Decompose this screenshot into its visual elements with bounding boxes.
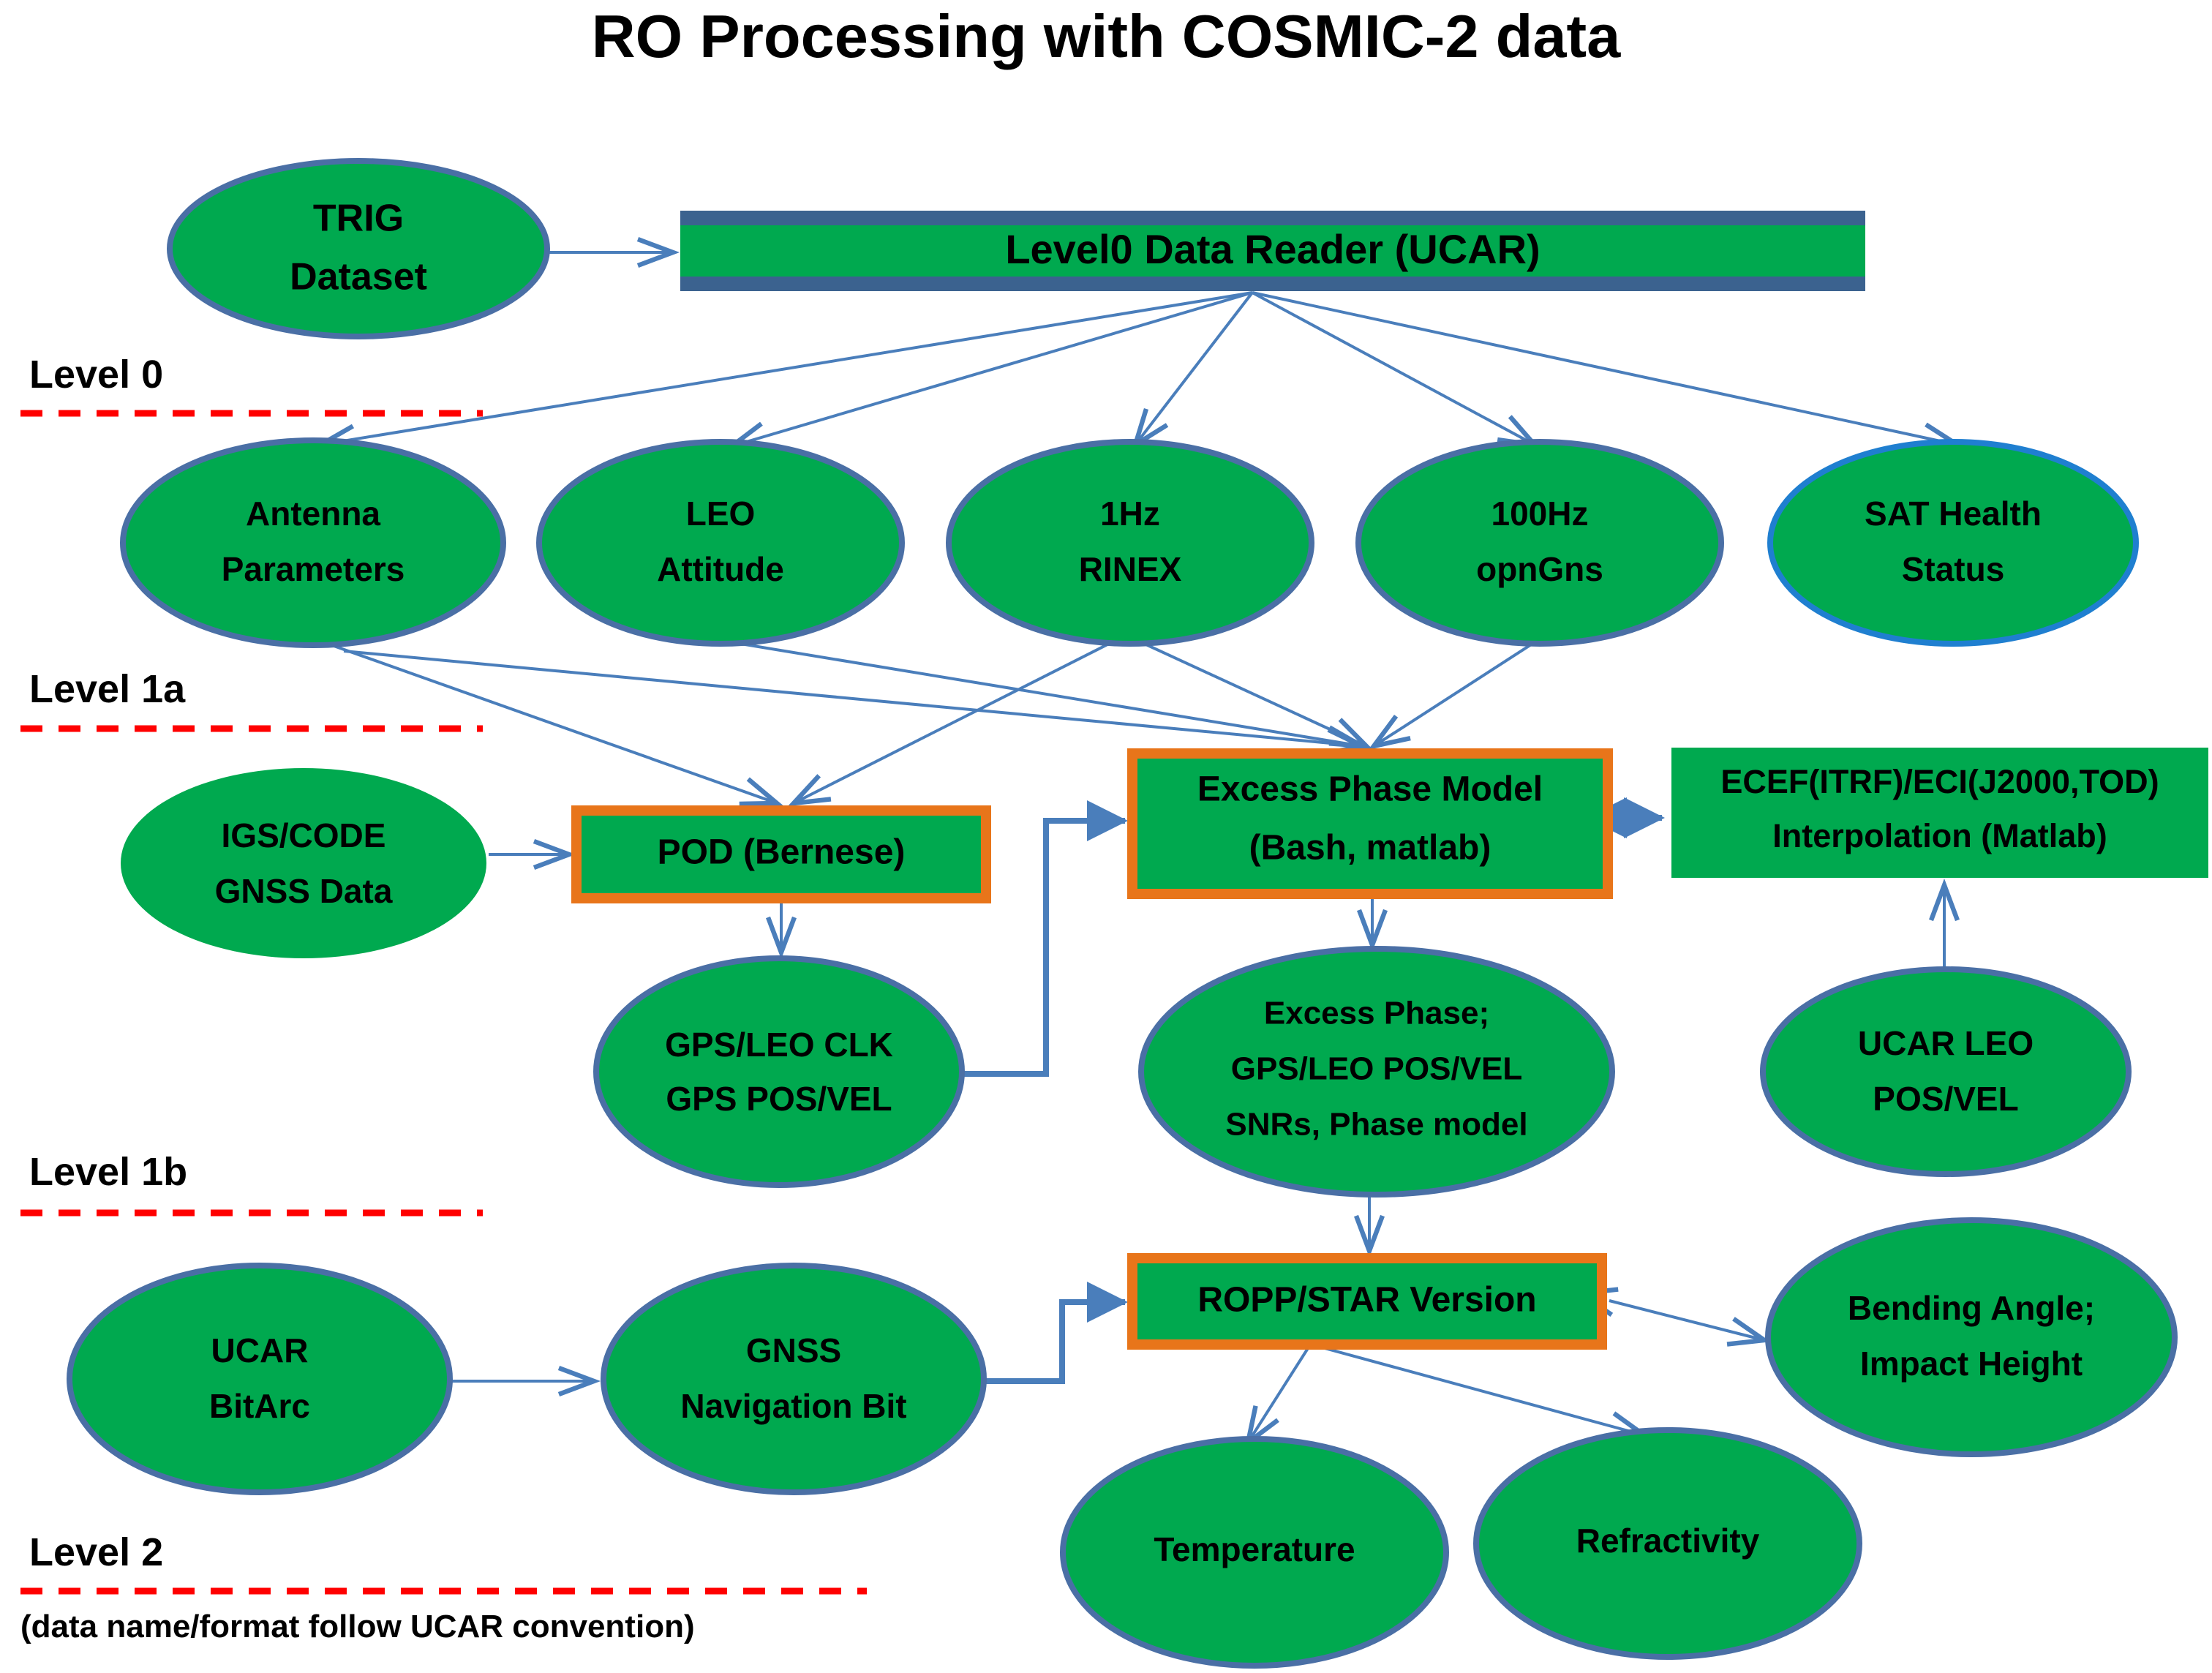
excess-phase-model-label-line2: (Bash, matlab) [1249,829,1491,868]
leo-attitude-label-line2: Attitude [657,550,784,588]
page-title: RO Processing with COSMIC-2 data [592,2,1621,70]
edge-leo-attitude-to-excess-model [731,641,1369,756]
1hz-rinex-label-line2: RINEX [1079,550,1182,588]
gps-leo-clk-shape[interactable] [593,955,965,1188]
trig-dataset-label-line1: TRIG [313,198,404,240]
trig-dataset-shape[interactable] [167,158,550,339]
level-2-label: Level 2 [29,1530,163,1574]
node-antenna-parameters[interactable]: Antenna Parameters [120,437,506,648]
edge-reader-to-1hz-rinex [1131,291,1254,451]
excess-phase-model-label-line1: Excess Phase Model [1197,770,1543,809]
trig-dataset-label-line2: Dataset [290,256,427,298]
level-2-group: Level 2 (data name/format follow UCAR co… [20,1530,867,1644]
edge-rinex-to-pod [787,641,1113,807]
ecef-eci-interp-label-line2: Interpolation (Matlab) [1772,817,2107,854]
node-excess-phase-model[interactable]: Excess Phase Model (Bash, matlab) [1127,748,1613,899]
igs-code-gnss-data-label-line1: IGS/CODE [222,816,386,854]
level-1a-group: Level 1a [20,667,483,732]
sat-health-status-label-line1: SAT Health [1865,495,2042,533]
gnss-navigation-bit-shape[interactable] [601,1263,987,1495]
antenna-parameters-shape[interactable] [120,437,506,648]
ropp-star-version-label: ROPP/STAR Version [1197,1281,1536,1320]
100hz-opngns-label-line2: opnGns [1476,550,1603,588]
level0-data-reader-bottom-band [680,277,1865,291]
edge-antenna-to-pod [327,642,783,807]
node-1hz-rinex[interactable]: 1Hz RINEX [946,439,1314,647]
temperature-label: Temperature [1154,1530,1355,1568]
node-100hz-opngns[interactable]: 100Hz opnGns [1355,439,1724,647]
antenna-parameters-label-line1: Antenna [246,495,380,533]
diagram-canvas: RO Processing with COSMIC-2 data TRIG Da… [20,2,2208,1669]
sat-health-status-shape[interactable] [1767,439,2139,647]
flowchart-diagram: RO Processing with COSMIC-2 data TRIG Da… [0,0,2212,1673]
ucar-leo-posvel-label-line2: POS/VEL [1873,1080,2018,1118]
ecef-eci-interp-label-line1: ECEF(ITRF)/ECI(J2000,TOD) [1720,763,2159,800]
edge-navbit-to-ropp [986,1282,1128,1384]
ucar-bitarc-shape[interactable] [67,1263,453,1495]
gps-leo-clk-label-line1: GPS/LEO CLK [665,1026,893,1064]
ucar-bitarc-label-line1: UCAR [211,1331,309,1369]
node-gps-leo-clk[interactable]: GPS/LEO CLK GPS POS/VEL [593,955,965,1188]
node-refractivity[interactable]: Refractivity [1473,1427,1862,1660]
igs-code-gnss-data-label-line2: GNSS Data [215,872,393,910]
node-level0-data-reader[interactable]: Level0 Data Reader (UCAR) [680,211,1865,291]
node-excess-phase-data[interactable]: Excess Phase; GPS/LEO POS/VEL SNRs, Phas… [1138,946,1615,1198]
node-temperature[interactable]: Temperature [1060,1436,1449,1669]
level0-data-reader-top-band [680,211,1865,225]
node-pod-bernese[interactable]: POD (Bernese) [571,805,991,903]
level-1b-group: Level 1b [20,1150,483,1217]
gnss-navigation-bit-label-line2: Navigation Bit [680,1387,906,1425]
edge-reader-to-100hz-opngns [1252,291,1541,448]
1hz-rinex-label-line1: 1Hz [1100,495,1160,533]
excess-phase-data-label-line1: Excess Phase; [1264,996,1489,1031]
gnss-navigation-bit-label-line1: GNSS [746,1331,841,1369]
edge-ropp-to-bending-angle [1574,1287,1771,1347]
node-leo-attitude[interactable]: LEO Attitude [536,439,905,647]
pod-bernese-label: POD (Bernese) [658,833,906,872]
node-ucar-leo-posvel[interactable]: UCAR LEO POS/VEL [1760,966,2132,1177]
node-ucar-bitarc[interactable]: UCAR BitArc [67,1263,453,1495]
node-igs-code-gnss-data[interactable]: IGS/CODE GNSS Data [121,768,486,958]
edge-ropp-to-temperature [1244,1345,1311,1448]
igs-code-gnss-data-shape[interactable] [121,768,486,958]
refractivity-label: Refractivity [1576,1522,1760,1560]
node-trig-dataset[interactable]: TRIG Dataset [167,158,550,339]
ucar-bitarc-label-line2: BitArc [209,1387,310,1425]
antenna-parameters-label-line2: Parameters [222,550,405,588]
bending-angle-label-line2: Impact Height [1860,1345,2083,1383]
node-ropp-star-version[interactable]: ROPP/STAR Version [1127,1253,1607,1350]
1hz-rinex-shape[interactable] [946,439,1314,647]
edge-reader-to-leo-attitude [725,291,1253,451]
excess-phase-data-label-line2: GPS/LEO POS/VEL [1231,1051,1523,1087]
bending-angle-shape[interactable] [1765,1217,2178,1457]
sat-health-status-label-line2: Status [1902,550,2005,588]
edge-opngns-to-excess-model [1368,641,1536,750]
gps-leo-clk-label-line2: GPS POS/VEL [666,1080,892,1118]
bending-angle-label-line1: Bending Angle; [1848,1289,2095,1327]
excess-phase-data-label-line3: SNRs, Phase model [1225,1107,1527,1143]
level-1b-label: Level 1b [29,1150,187,1194]
edge-rinex-to-excess-model [1140,641,1373,749]
leo-attitude-label-line1: LEO [686,495,756,533]
node-sat-health-status[interactable]: SAT Health Status [1767,439,2139,647]
level-0-label: Level 0 [29,353,163,396]
edge-antenna-to-excess-model [343,650,1369,759]
node-bending-angle[interactable]: Bending Angle; Impact Height [1765,1217,2178,1457]
level0-data-reader-label: Level0 Data Reader (UCAR) [1005,226,1540,272]
node-gnss-navigation-bit[interactable]: GNSS Navigation Bit [601,1263,987,1495]
node-ecef-eci-interp[interactable]: ECEF(ITRF)/ECI(J2000,TOD) Interpolation … [1671,748,2208,878]
level-2-note: (data name/format follow UCAR convention… [20,1609,695,1644]
level-1a-label: Level 1a [29,667,186,711]
edge-reader-to-sat-health [1252,291,1964,453]
100hz-opngns-label-line1: 100Hz [1491,495,1589,533]
node-layer: TRIG Dataset Level0 Data Reader (UCAR) A… [67,158,2208,1669]
ucar-leo-posvel-label-line1: UCAR LEO [1858,1024,2034,1062]
edge-ropp-to-refractivity [1316,1345,1651,1441]
leo-attitude-shape[interactable] [536,439,905,647]
100hz-opngns-shape[interactable] [1355,439,1724,647]
level-0-group: Level 0 [20,353,483,417]
ucar-leo-posvel-shape[interactable] [1760,966,2132,1177]
